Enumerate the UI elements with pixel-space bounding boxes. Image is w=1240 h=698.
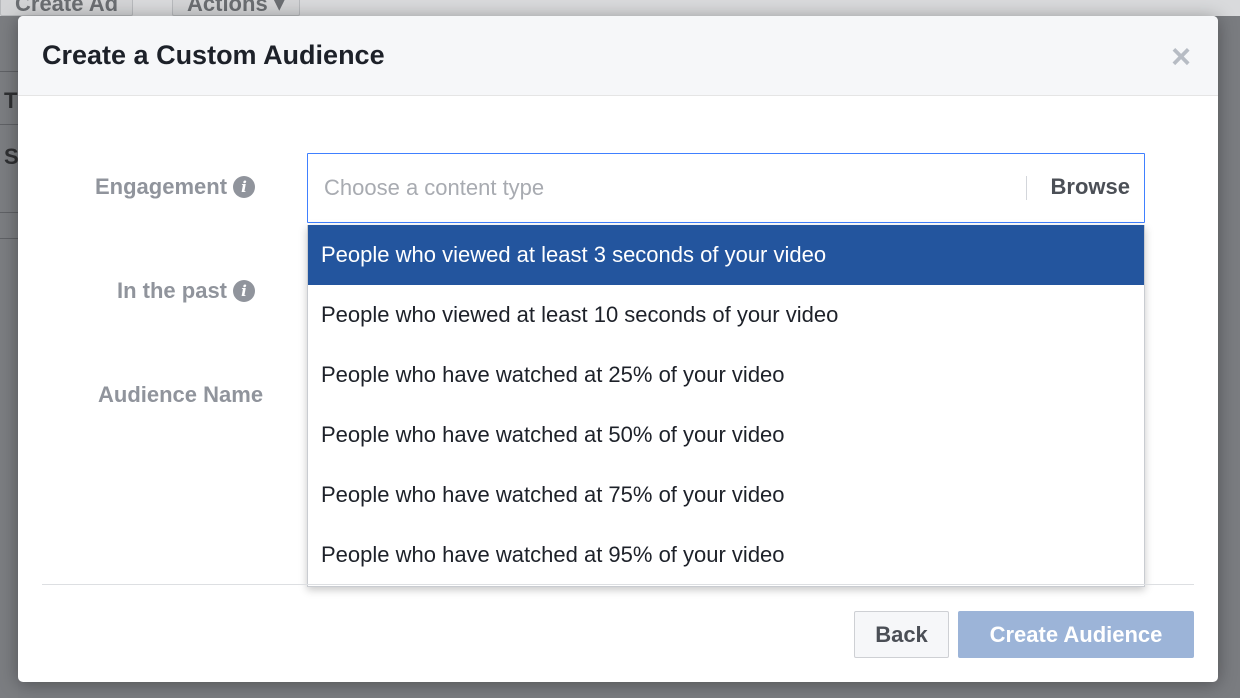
background-table: T S: [0, 16, 19, 698]
create-audience-button[interactable]: Create Audience: [958, 611, 1194, 658]
content-type-field[interactable]: Browse: [307, 153, 1145, 223]
background-toolbar: Create Ad Actions ▾: [0, 0, 1240, 16]
table-cell: S: [4, 144, 19, 169]
create-ad-button: Create Ad: [0, 0, 134, 16]
content-type-dropdown: People who viewed at least 3 seconds of …: [307, 225, 1145, 587]
dropdown-option[interactable]: People who have watched at 95% of your v…: [308, 525, 1144, 585]
table-divider: [0, 71, 18, 72]
dialog-header: Create a Custom Audience ×: [18, 16, 1218, 96]
dropdown-option[interactable]: People who have watched at 75% of your v…: [308, 465, 1144, 525]
table-divider: [0, 124, 18, 125]
browse-divider: [1026, 176, 1027, 200]
table-divider: [0, 238, 18, 239]
dropdown-option[interactable]: People who viewed at least 3 seconds of …: [308, 225, 1144, 285]
engagement-label: Engagement i: [95, 174, 256, 200]
custom-audience-dialog: Create a Custom Audience × Engagement i I…: [18, 16, 1218, 682]
dropdown-option[interactable]: People who viewed at least 10 seconds of…: [308, 285, 1144, 345]
info-icon[interactable]: i: [233, 280, 256, 302]
back-button[interactable]: Back: [854, 611, 949, 658]
content-type-input[interactable]: [308, 154, 1008, 222]
actions-dropdown: Actions ▾: [172, 0, 300, 16]
dropdown-option[interactable]: People who have watched at 50% of your v…: [308, 405, 1144, 465]
browse-button[interactable]: Browse: [1051, 174, 1130, 200]
audience-name-label: Audience Name: [98, 382, 264, 407]
dropdown-option[interactable]: People who have watched at 25% of your v…: [308, 345, 1144, 405]
close-icon[interactable]: ×: [1166, 40, 1196, 74]
engagement-label-text: Engagement: [95, 174, 228, 199]
footer-divider: [42, 584, 1194, 585]
in-the-past-label-text: In the past: [117, 278, 228, 303]
table-divider: [0, 212, 18, 213]
in-the-past-label: In the past i: [117, 278, 256, 304]
table-cell: T: [4, 88, 18, 113]
info-icon[interactable]: i: [233, 176, 256, 198]
dialog-title: Create a Custom Audience: [42, 40, 385, 70]
